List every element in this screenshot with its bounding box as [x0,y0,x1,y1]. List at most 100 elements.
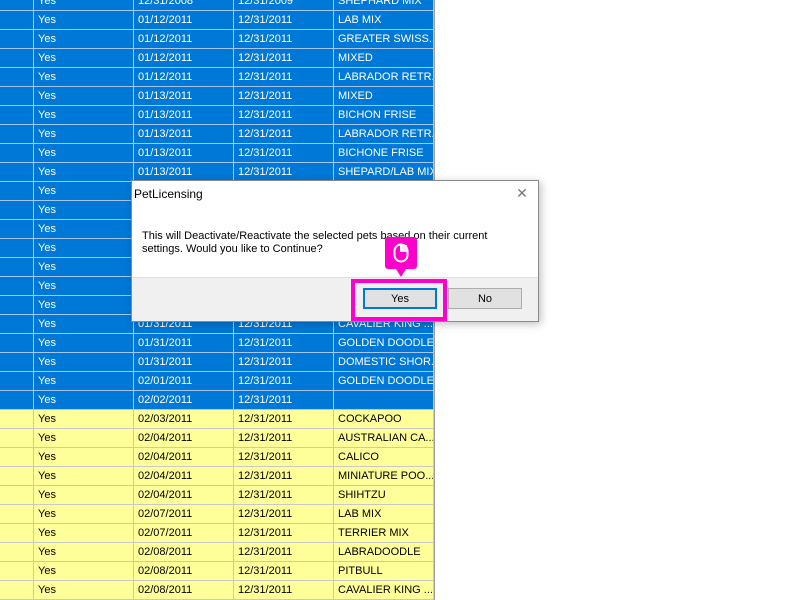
row-header-cell[interactable] [0,353,34,372]
table-row[interactable]: Yes 02/08/2011 12/31/2011 PITBULL [0,562,434,581]
row-header-cell[interactable] [0,277,34,296]
status-cell[interactable]: Yes [34,125,134,144]
row-header-cell[interactable] [0,315,34,334]
table-row[interactable]: Yes 02/01/2011 12/31/2011 GOLDEN DOODLE [0,372,434,391]
breed-cell[interactable]: CAVALIER KING ... [334,581,434,600]
start-date-cell[interactable]: 01/12/2011 [134,11,234,30]
status-cell[interactable]: Yes [34,220,134,239]
end-date-cell[interactable]: 12/31/2011 [234,581,334,600]
end-date-cell[interactable]: 12/31/2011 [234,467,334,486]
start-date-cell[interactable]: 02/04/2011 [134,429,234,448]
start-date-cell[interactable]: 01/13/2011 [134,125,234,144]
table-row[interactable]: Yes 02/04/2011 12/31/2011 MINIATURE POO... [0,467,434,486]
end-date-cell[interactable]: 12/31/2011 [234,505,334,524]
table-row[interactable]: Yes 02/04/2011 12/31/2011 SHIHTZU [0,486,434,505]
start-date-cell[interactable]: 01/31/2011 [134,353,234,372]
status-cell[interactable]: Yes [34,524,134,543]
end-date-cell[interactable]: 12/31/2011 [234,125,334,144]
table-row[interactable]: Yes 01/13/2011 12/31/2011 MIXED [0,87,434,106]
table-row[interactable]: Yes 02/03/2011 12/31/2011 COCKAPOO [0,410,434,429]
row-header-cell[interactable] [0,391,34,410]
status-cell[interactable]: Yes [34,11,134,30]
row-header-cell[interactable] [0,144,34,163]
table-row[interactable]: Yes 02/08/2011 12/31/2011 CAVALIER KING ... [0,581,434,600]
end-date-cell[interactable]: 12/31/2011 [234,486,334,505]
table-row[interactable]: Yes 02/02/2011 12/31/2011 [0,391,434,410]
table-row[interactable]: Yes 01/12/2011 12/31/2011 LABRADOR RETR... [0,68,434,87]
row-header-cell[interactable] [0,334,34,353]
row-header-cell[interactable] [0,505,34,524]
row-header-cell[interactable] [0,0,34,11]
status-cell[interactable]: Yes [34,68,134,87]
breed-cell[interactable]: COCKAPOO [334,410,434,429]
breed-cell[interactable]: LABRADOODLE [334,543,434,562]
end-date-cell[interactable]: 12/31/2011 [234,106,334,125]
status-cell[interactable]: Yes [34,486,134,505]
status-cell[interactable]: Yes [34,201,134,220]
start-date-cell[interactable]: 01/13/2011 [134,144,234,163]
end-date-cell[interactable]: 12/31/2011 [234,11,334,30]
end-date-cell[interactable]: 12/31/2011 [234,87,334,106]
row-header-cell[interactable] [0,87,34,106]
row-header-cell[interactable] [0,581,34,600]
row-header-cell[interactable] [0,372,34,391]
start-date-cell[interactable]: 01/13/2011 [134,106,234,125]
breed-cell[interactable]: CALICO [334,448,434,467]
row-header-cell[interactable] [0,429,34,448]
start-date-cell[interactable]: 02/07/2011 [134,505,234,524]
row-header-cell[interactable] [0,543,34,562]
breed-cell[interactable]: BICHON FRISE [334,106,434,125]
end-date-cell[interactable]: 12/31/2011 [234,353,334,372]
status-cell[interactable]: Yes [34,182,134,201]
table-row[interactable]: Yes 02/07/2011 12/31/2011 TERRIER MIX [0,524,434,543]
status-cell[interactable]: Yes [34,0,134,11]
breed-cell[interactable]: BICHONE FRISE [334,144,434,163]
end-date-cell[interactable]: 12/31/2011 [234,30,334,49]
table-row[interactable]: Yes 01/12/2011 12/31/2011 MIXED [0,49,434,68]
start-date-cell[interactable]: 01/12/2011 [134,30,234,49]
breed-cell[interactable]: LABRADOR RETR... [334,68,434,87]
row-header-cell[interactable] [0,486,34,505]
start-date-cell[interactable]: 02/04/2011 [134,467,234,486]
status-cell[interactable]: Yes [34,467,134,486]
breed-cell[interactable]: LABRADOR RETR... [334,125,434,144]
table-row[interactable]: Yes 01/31/2011 12/31/2011 DOMESTIC SHOR... [0,353,434,372]
row-header-cell[interactable] [0,49,34,68]
status-cell[interactable]: Yes [34,163,134,182]
breed-cell[interactable]: GOLDEN DOODLE [334,372,434,391]
status-cell[interactable]: Yes [34,239,134,258]
end-date-cell[interactable]: 12/31/2011 [234,410,334,429]
breed-cell[interactable]: PITBULL [334,562,434,581]
row-header-cell[interactable] [0,220,34,239]
close-icon[interactable]: ✕ [514,185,530,201]
status-cell[interactable]: Yes [34,144,134,163]
table-row[interactable]: Yes 02/08/2011 12/31/2011 LABRADOODLE [0,543,434,562]
status-cell[interactable]: Yes [34,353,134,372]
status-cell[interactable]: Yes [34,277,134,296]
row-header-cell[interactable] [0,296,34,315]
status-cell[interactable]: Yes [34,448,134,467]
table-row[interactable]: Yes 01/13/2011 12/31/2011 BICHONE FRISE [0,144,434,163]
status-cell[interactable]: Yes [34,296,134,315]
end-date-cell[interactable]: 12/31/2011 [234,429,334,448]
row-header-cell[interactable] [0,524,34,543]
status-cell[interactable]: Yes [34,372,134,391]
table-row[interactable]: Yes 12/31/2008 12/31/2009 SHEPHARD MIX [0,0,434,11]
end-date-cell[interactable]: 12/31/2011 [234,448,334,467]
start-date-cell[interactable]: 02/08/2011 [134,543,234,562]
breed-cell[interactable]: MIXED [334,49,434,68]
start-date-cell[interactable]: 02/04/2011 [134,486,234,505]
start-date-cell[interactable]: 12/31/2008 [134,0,234,11]
status-cell[interactable]: Yes [34,505,134,524]
row-header-cell[interactable] [0,125,34,144]
breed-cell[interactable]: TERRIER MIX [334,524,434,543]
end-date-cell[interactable]: 12/31/2011 [234,543,334,562]
status-cell[interactable]: Yes [34,562,134,581]
end-date-cell[interactable]: 12/31/2011 [234,68,334,87]
breed-cell[interactable]: GREATER SWISS... [334,30,434,49]
status-cell[interactable]: Yes [34,106,134,125]
row-header-cell[interactable] [0,258,34,277]
breed-cell[interactable]: SHIHTZU [334,486,434,505]
status-cell[interactable]: Yes [34,543,134,562]
breed-cell[interactable]: DOMESTIC SHOR... [334,353,434,372]
